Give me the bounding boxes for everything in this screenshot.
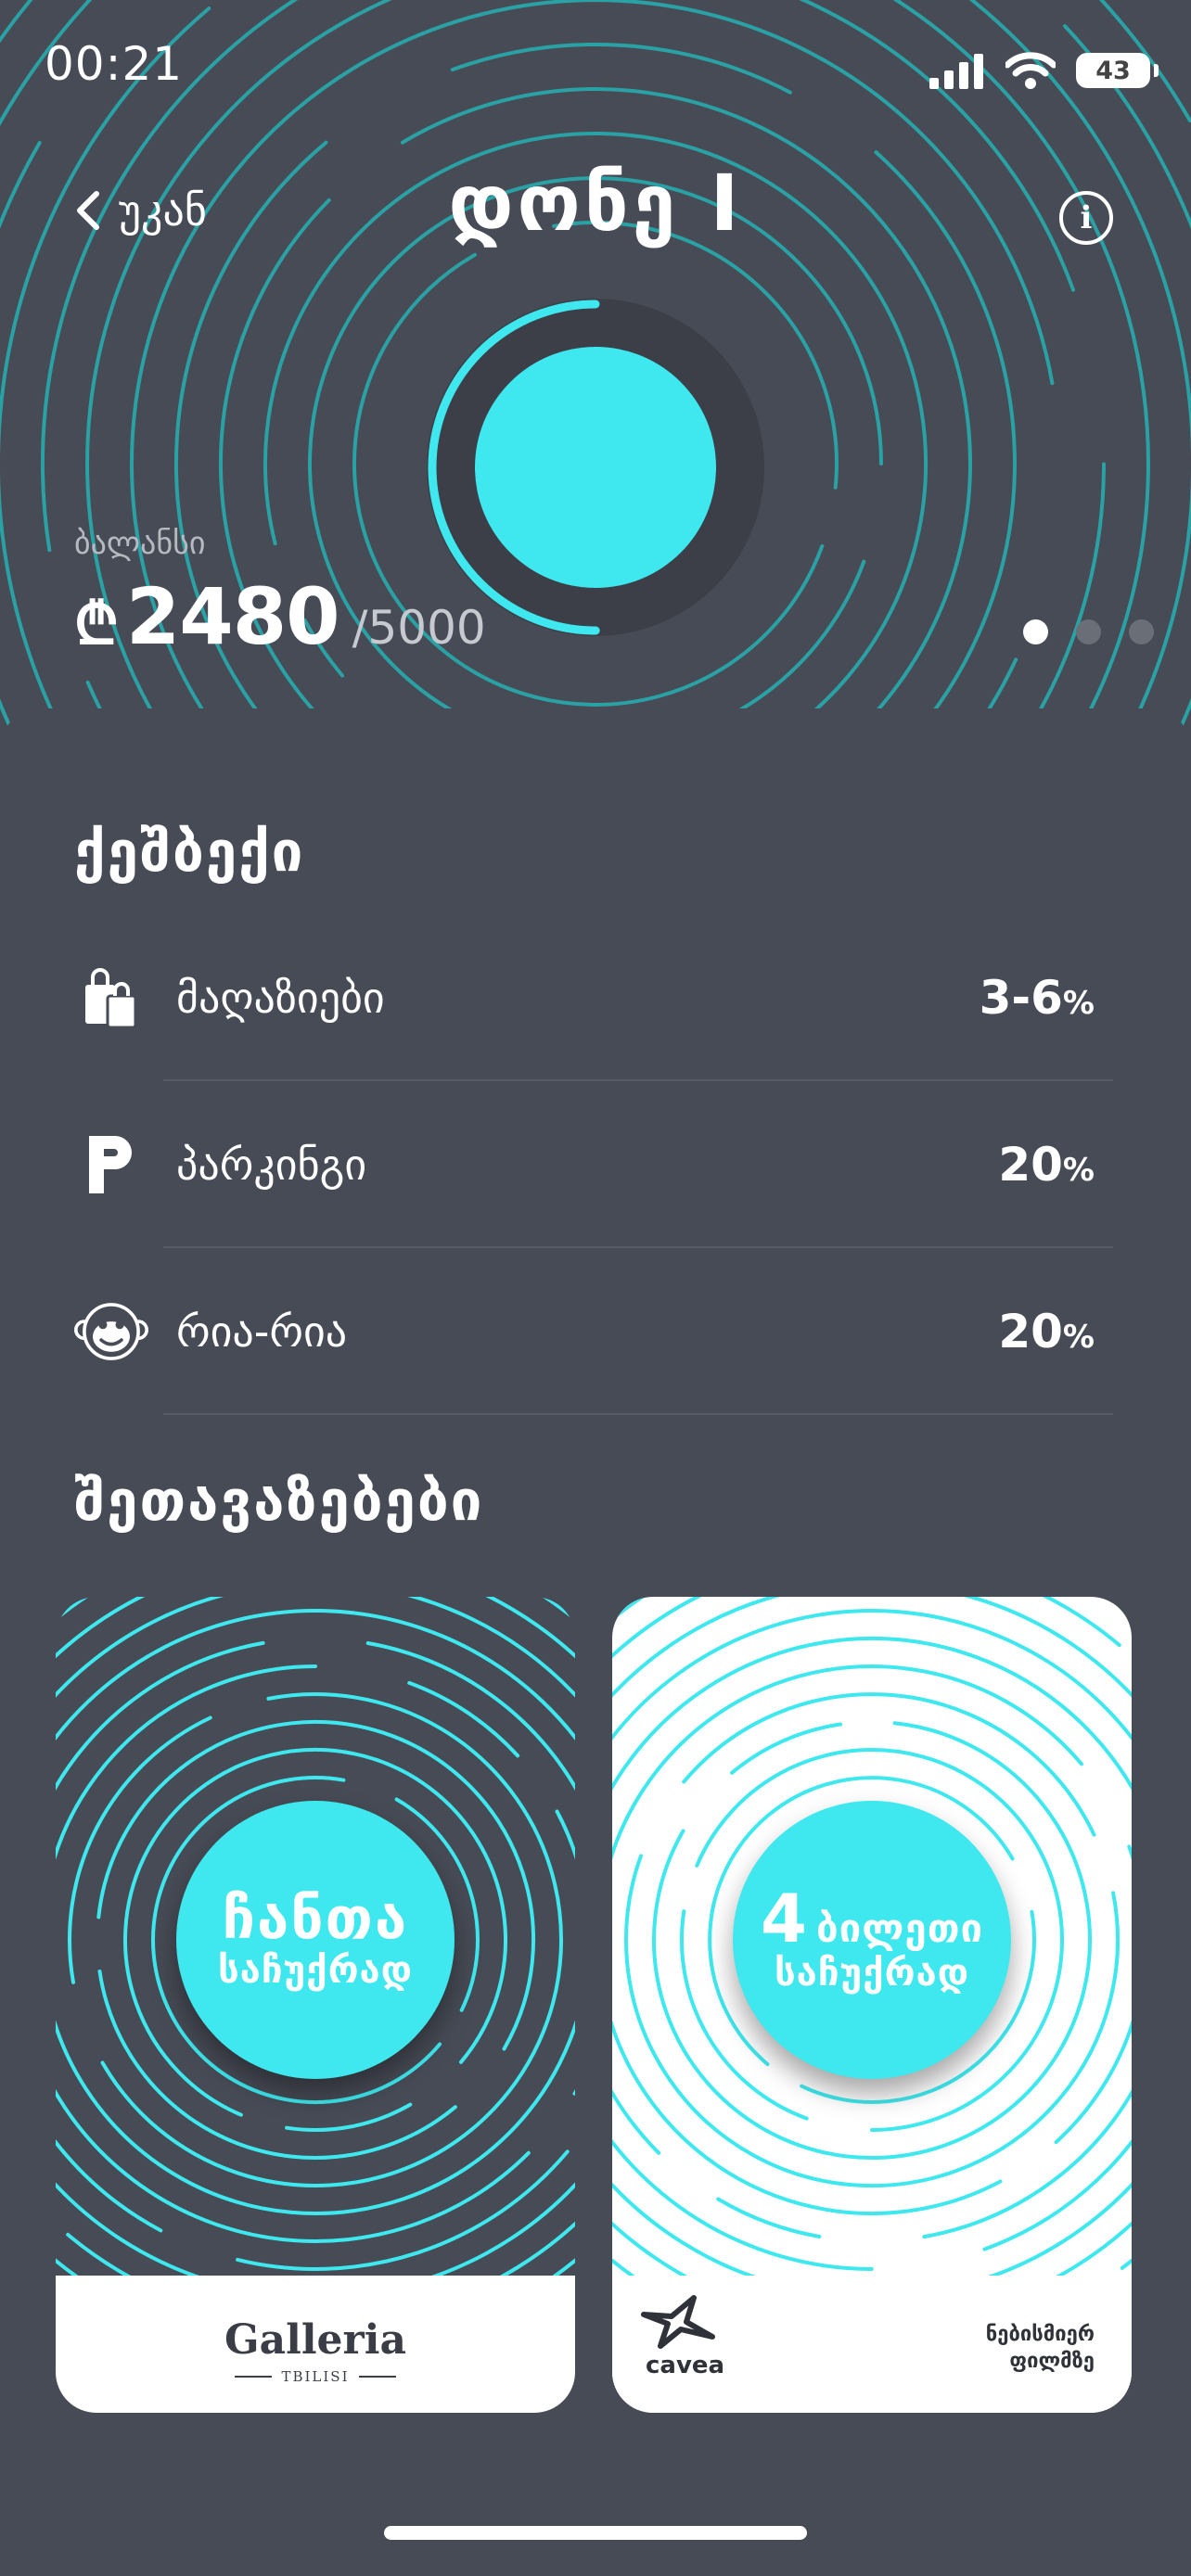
- offer-badge-number: 4: [760, 1880, 807, 1958]
- decorative-ring-arc: [450, 43, 792, 95]
- divider: [163, 1413, 1113, 1415]
- cellular-signal-icon: [929, 54, 983, 89]
- galleria-logo-sub: TBILISI: [56, 2368, 575, 2385]
- page-dot[interactable]: [1076, 619, 1101, 644]
- offer-badge-line1: ჩანთა: [222, 1884, 409, 1953]
- wifi-icon: [1005, 52, 1056, 89]
- offer-badge: 4 ბილეთი საჩუქრად: [733, 1801, 1011, 2079]
- cashback-value: 20%: [998, 1305, 1095, 1358]
- cashback-label: მაღაზიები: [176, 973, 385, 1023]
- home-indicator[interactable]: [384, 2526, 807, 2540]
- balance-label: ბალანსი: [74, 525, 206, 562]
- decorative-ring-arc: [285, 2102, 413, 2132]
- decorative-ring-arc: [541, 1597, 575, 1622]
- cavea-note: ნებისმიერ ფილმზე: [985, 2323, 1095, 2373]
- balance-max: /5000: [352, 601, 486, 655]
- offer-badge-line1: ბილეთი: [815, 1906, 984, 1951]
- page-indicator[interactable]: [1023, 619, 1154, 644]
- decorative-ring-arc: [1120, 2258, 1132, 2270]
- parking-icon: [74, 1128, 148, 1202]
- shopping-bags-icon: [74, 961, 148, 1035]
- decorative-ring-arc: [1054, 1844, 1132, 2145]
- offer-partner-footer: Galleria TBILISI: [56, 2276, 575, 2413]
- info-icon[interactable]: i: [1059, 191, 1113, 245]
- cavea-star-logo-icon: [641, 2295, 715, 2349]
- offer-badge: ჩანთა საჩუქრად: [176, 1801, 455, 2079]
- page-dot[interactable]: [1129, 619, 1154, 644]
- level-core-circle: [475, 347, 716, 588]
- page-title: დონე I: [448, 158, 743, 249]
- lari-currency-icon: ₾: [74, 590, 119, 657]
- balance-value: 2480: [125, 571, 340, 662]
- cashback-title: ქეშბექი: [74, 820, 305, 885]
- offer-card-galleria[interactable]: ჩანთა საჩუქრად Galleria TBILISI: [56, 1597, 575, 2413]
- battery-icon: 43: [1076, 53, 1159, 88]
- status-time: 00:21: [45, 37, 184, 91]
- offers-title: შეთავაზებები: [74, 1469, 484, 1534]
- cashback-value: 20%: [998, 1138, 1095, 1192]
- galleria-logo: Galleria: [224, 2316, 406, 2364]
- decorative-ring-arc: [0, 0, 1124, 31]
- decorative-ring-arc: [730, 1722, 842, 1775]
- status-icons: 43: [929, 52, 1159, 89]
- cashback-row-shops[interactable]: მაღაზიები 3-6%: [74, 914, 1113, 1081]
- offer-partner-footer: cavea ნებისმიერ ფილმზე: [612, 2276, 1132, 2413]
- monkey-face-icon: [74, 1294, 148, 1369]
- cavea-logo-text: cavea: [646, 2352, 725, 2379]
- cashback-label: პარკინგი: [176, 1140, 367, 1190]
- balance-row: ₾ 2480 /5000: [74, 571, 486, 662]
- offer-badge-line2: საჩუქრად: [217, 1948, 414, 1992]
- cashback-value: 3-6%: [979, 971, 1095, 1025]
- offer-card-cavea[interactable]: 4 ბილეთი საჩუქრად cavea ნებისმიერ ფილმზე: [612, 1597, 1132, 2413]
- offer-badge-line2: საჩუქრად: [774, 1952, 970, 1995]
- cashback-row-parking[interactable]: პარკინგი 20%: [74, 1081, 1113, 1248]
- cashback-label: რია-რია: [176, 1307, 348, 1357]
- cashback-row-riaria[interactable]: რია-რია 20%: [74, 1248, 1113, 1415]
- page-dot[interactable]: [1023, 619, 1048, 644]
